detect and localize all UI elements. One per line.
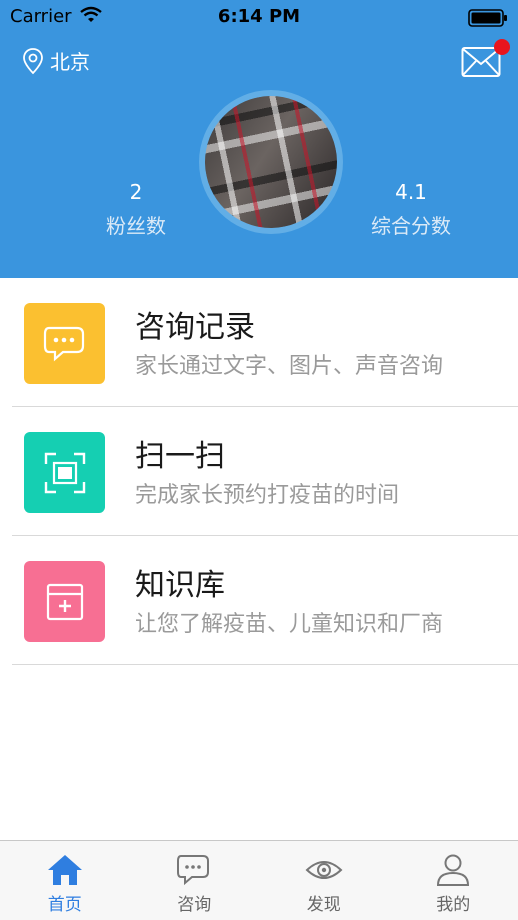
fans-label: 粉丝数 — [106, 214, 166, 238]
location-selector[interactable]: 北京 — [22, 46, 90, 75]
menu-title: 扫一扫 — [135, 439, 225, 474]
tab-mine[interactable]: 我的 — [389, 841, 518, 920]
chat-bubbles-icon — [24, 303, 105, 384]
fans-count: 2 — [129, 180, 143, 204]
battery-icon — [468, 9, 508, 32]
tab-label: 咨询 — [177, 895, 212, 915]
tab-home[interactable]: 首页 — [0, 841, 130, 920]
tab-bar: 首页 咨询 发现 我的 — [0, 840, 518, 920]
profile-header: Carrier 6:14 PM 北京 2 粉丝数 4.1 综合分数 — [0, 0, 518, 278]
clock-time: 6:14 PM — [217, 6, 301, 27]
menu-desc: 完成家长预约打疫苗的时间 — [135, 483, 400, 508]
unread-badge — [494, 39, 510, 55]
score-value: 4.1 — [395, 180, 427, 204]
menu-item-scan[interactable]: 扫一扫 完成家长预约打疫苗的时间 — [0, 407, 518, 536]
divider — [12, 664, 518, 665]
avatar-image — [192, 83, 350, 241]
eye-icon — [305, 861, 343, 879]
menu-title: 咨询记录 — [135, 310, 255, 345]
person-icon — [437, 854, 470, 886]
scan-icon — [24, 432, 105, 513]
menu-desc: 让您了解疫苗、儿童知识和厂商 — [135, 612, 444, 637]
status-bar: Carrier 6:14 PM — [0, 0, 518, 34]
menu-desc: 家长通过文字、图片、声音咨询 — [135, 354, 444, 379]
location-pin-icon — [23, 47, 43, 74]
tab-label: 发现 — [306, 895, 341, 915]
fans-stat[interactable]: 2 粉丝数 — [90, 180, 182, 239]
score-stat[interactable]: 4.1 综合分数 — [356, 180, 466, 239]
location-label: 北京 — [50, 50, 90, 74]
menu-item-knowledge-base[interactable]: 知识库 让您了解疫苗、儿童知识和厂商 — [0, 536, 518, 665]
menu-title: 知识库 — [135, 568, 225, 603]
score-label: 综合分数 — [371, 214, 451, 238]
calendar-plus-icon — [24, 561, 105, 642]
menu-item-consult-records[interactable]: 咨询记录 家长通过文字、图片、声音咨询 — [0, 278, 518, 407]
avatar[interactable] — [192, 83, 350, 241]
tab-consult[interactable]: 咨询 — [130, 841, 260, 920]
tab-label: 首页 — [47, 895, 82, 915]
home-icon — [47, 855, 82, 885]
feature-menu: 咨询记录 家长通过文字、图片、声音咨询 扫一扫 完成家长预约打疫苗的时间 知识库… — [0, 278, 518, 665]
tab-discover[interactable]: 发现 — [259, 841, 389, 920]
chat-icon — [177, 855, 210, 886]
tab-label: 我的 — [436, 895, 471, 915]
